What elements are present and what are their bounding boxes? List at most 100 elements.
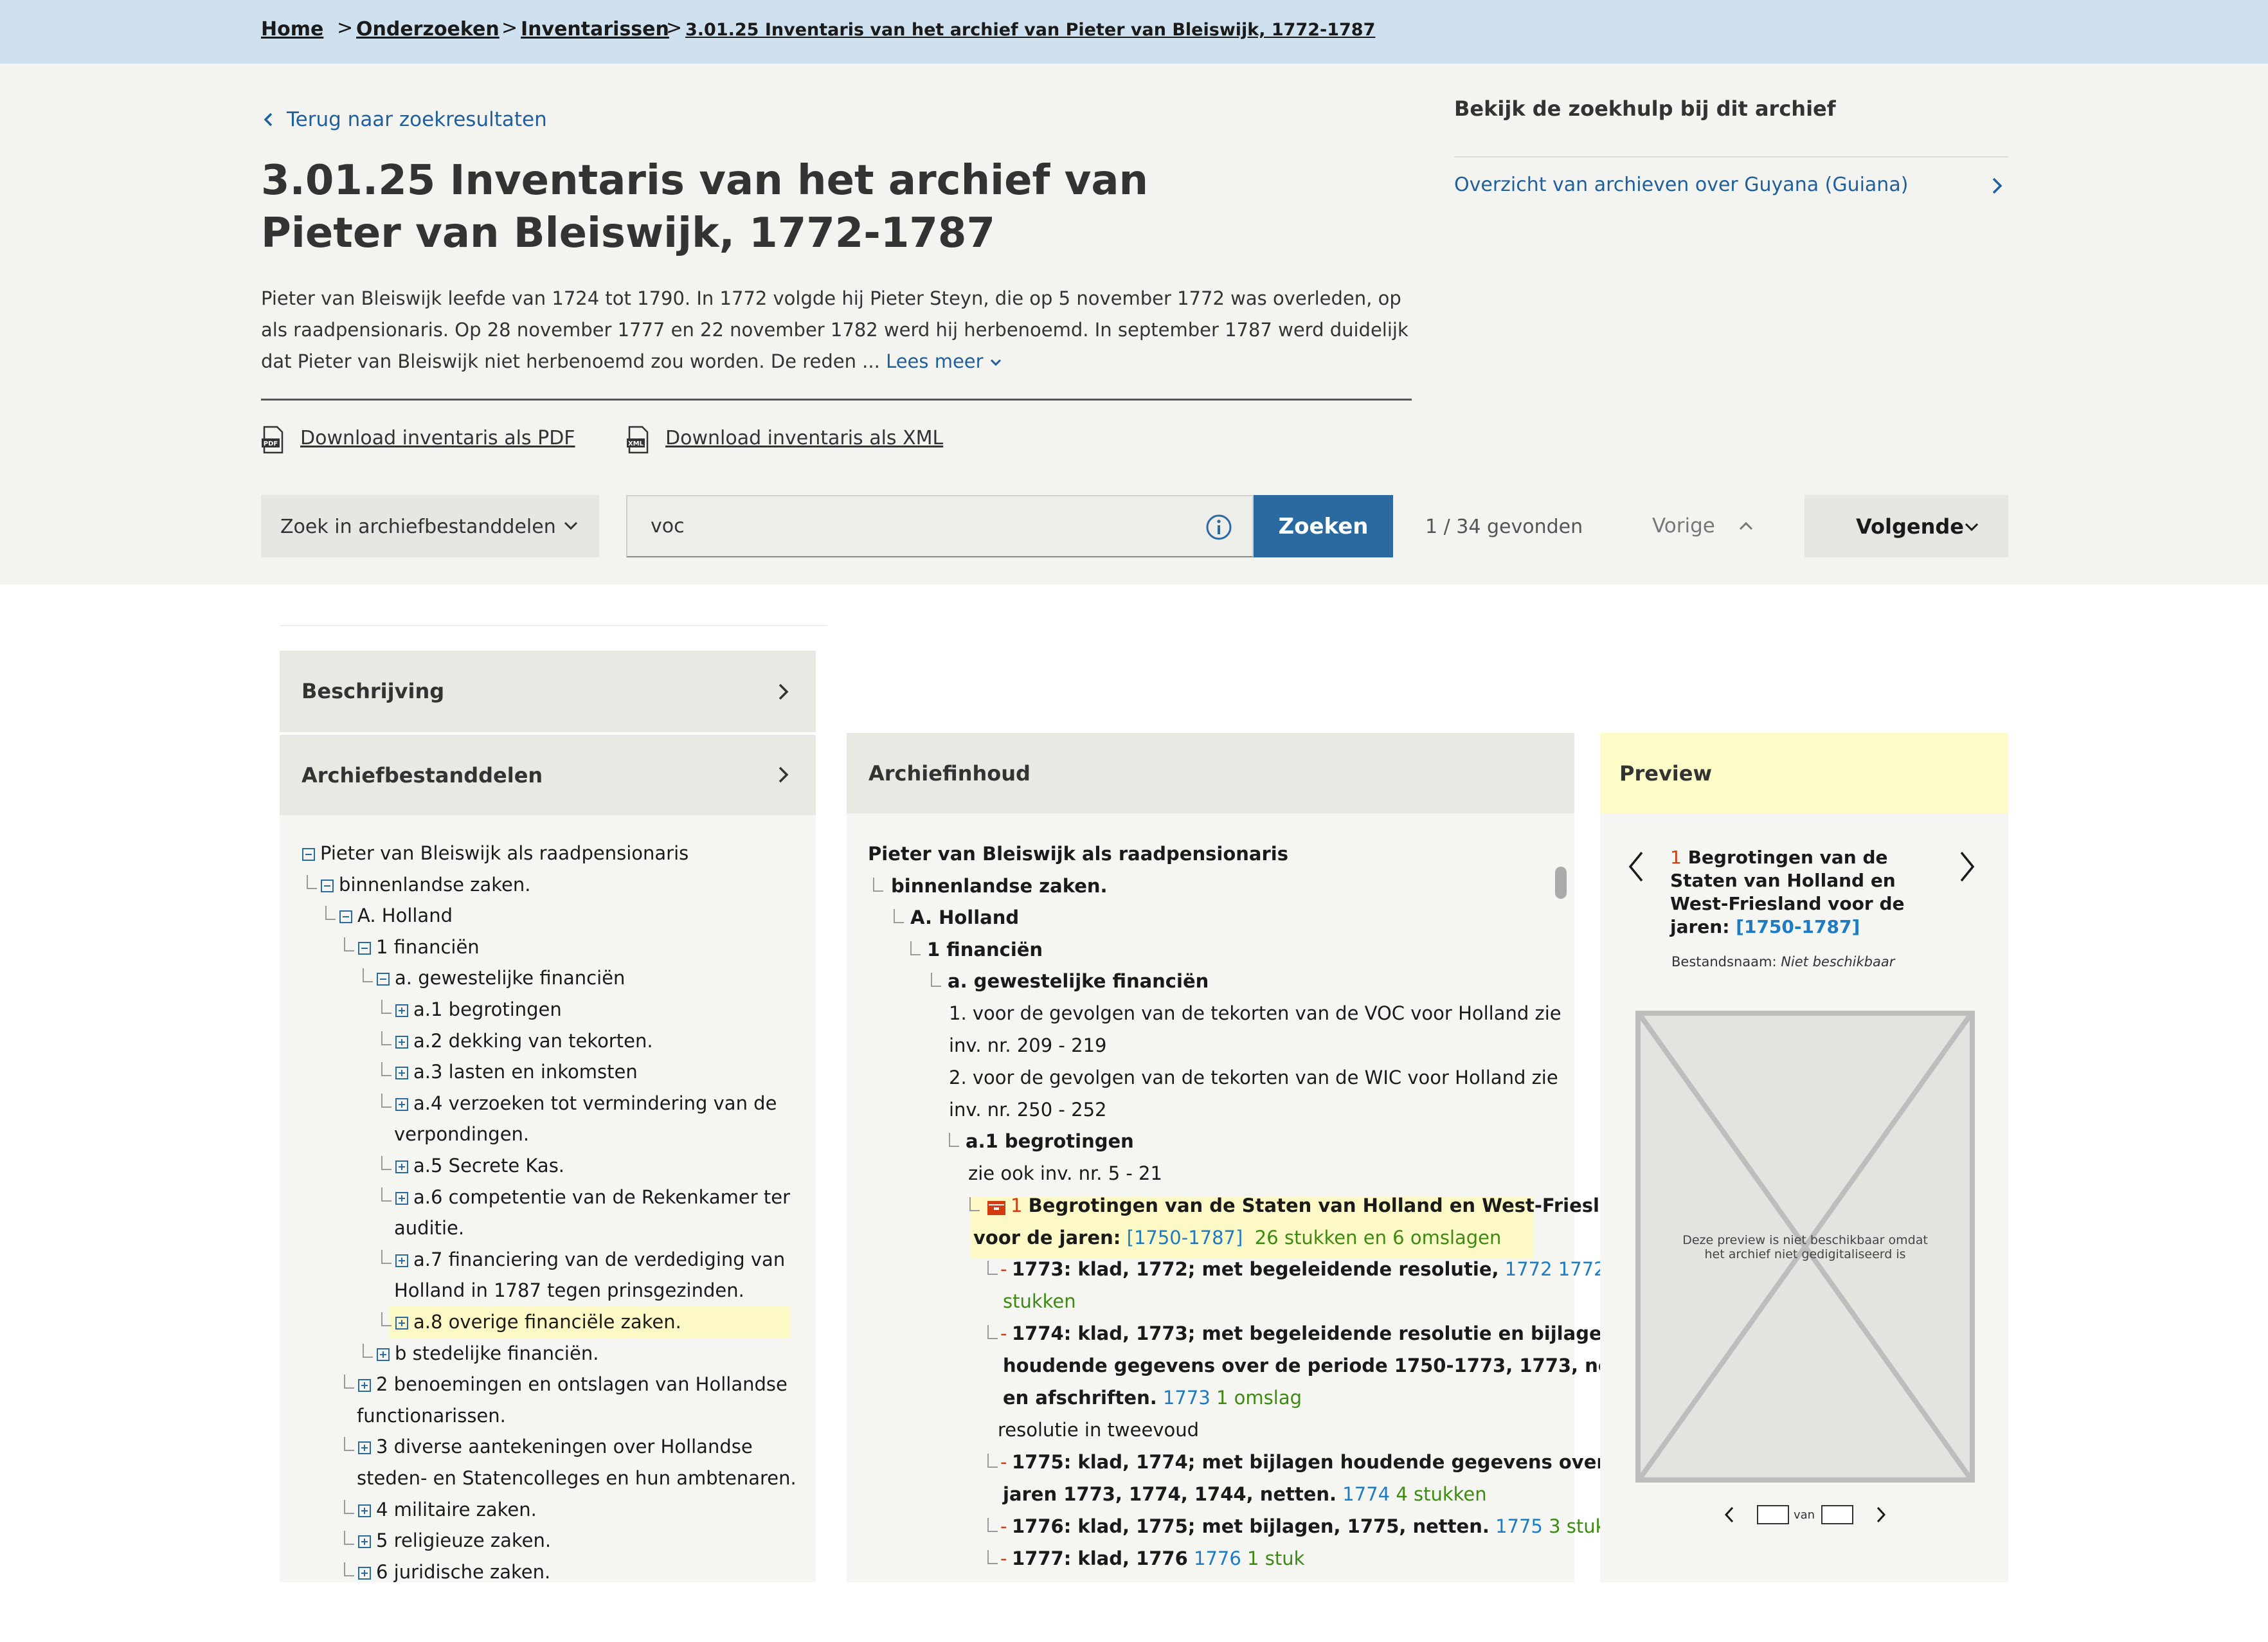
tree-expand-icon[interactable] — [395, 1317, 408, 1330]
tree-item[interactable]: 2 benoemingen en ontslagen van Hollandse — [376, 1373, 788, 1395]
content-heading: binnenlandse zaken. — [891, 875, 1108, 897]
tree-expand-icon[interactable] — [358, 1566, 371, 1580]
tree-collapse-icon[interactable] — [377, 973, 390, 986]
tree-item[interactable]: a.8 overige financiële zaken. — [413, 1311, 681, 1333]
read-more-link[interactable]: Lees meer — [886, 350, 1002, 372]
content-item[interactable]: en afschriften. 1773 1 omslag — [1003, 1387, 1302, 1409]
content-item[interactable]: 1777: klad, 1776 1776 1 stuk — [1012, 1547, 1304, 1569]
breadcrumb-home[interactable]: Home — [261, 18, 323, 41]
content-item[interactable]: jaren 1773, 1774, 1744, netten. 1774 4 s… — [1003, 1483, 1487, 1505]
tree-item[interactable]: a. gewestelijke financiën — [395, 967, 625, 989]
tree-item[interactable]: a.2 dekking van tekorten. — [413, 1030, 653, 1052]
item-date: 1775 — [1495, 1515, 1543, 1537]
breadcrumb-onderzoeken[interactable]: Onderzoeken — [356, 18, 500, 41]
tree-item-cont[interactable]: auditie. — [394, 1217, 464, 1239]
chevron-right-icon[interactable] — [1990, 176, 2004, 195]
chevron-right-icon[interactable] — [1875, 1504, 1887, 1525]
breadcrumb-current[interactable]: 3.01.25 Inventaris van het archief van P… — [685, 20, 1375, 40]
content-scrollbar-thumb[interactable] — [1555, 867, 1567, 899]
preview-panel-title: Preview — [1619, 761, 1713, 786]
tree-expand-icon[interactable] — [358, 1379, 371, 1393]
chevron-left-icon[interactable] — [1723, 1504, 1736, 1525]
tree-expand-icon[interactable] — [358, 1504, 371, 1517]
search-scope-select[interactable]: Zoek in archiefbestanddelen — [261, 495, 599, 557]
item-extent: 1 omslag — [1216, 1387, 1302, 1409]
file-title-line-2[interactable]: voor de jaren: [1750-1787] 26 stukken en… — [973, 1227, 1501, 1249]
tree-item[interactable]: A. Holland — [357, 905, 453, 926]
pager-of-label: van — [1794, 1508, 1815, 1522]
breadcrumb: Home > Onderzoeken > Inventarissen > 3.0… — [0, 0, 2268, 64]
tree-item[interactable]: a.3 lasten en inkomsten — [413, 1061, 638, 1083]
download-xml-link[interactable]: Download inventaris als XML — [665, 427, 943, 449]
content-note: 1. voor de gevolgen van de tekorten van … — [949, 1002, 1562, 1024]
next-result-button[interactable]: Volgende — [1805, 495, 2008, 557]
tree-item[interactable]: Pieter van Bleiswijk als raadpensionaris — [320, 842, 688, 864]
tree-item[interactable]: a.4 verzoeken tot vermindering van de — [413, 1092, 777, 1114]
tree-item[interactable]: a.5 Secrete Kas. — [413, 1155, 564, 1177]
item-text: 1774: klad, 1773; met begeleidende resol… — [1012, 1322, 1616, 1344]
search-input[interactable] — [626, 495, 1254, 557]
tree-item[interactable]: a.1 begrotingen — [413, 998, 562, 1020]
info-icon[interactable] — [1205, 513, 1233, 541]
content-note: inv. nr. 209 - 219 — [949, 1034, 1107, 1056]
item-text: 1776: klad, 1775; met bijlagen, 1775, ne… — [1012, 1515, 1490, 1537]
tree-collapse-icon[interactable] — [339, 910, 352, 924]
tree-item-cont[interactable]: Holland in 1787 tegen prinsgezinden. — [394, 1279, 744, 1301]
tree-item[interactable]: a.6 competentie van de Rekenkamer ter — [413, 1186, 790, 1208]
tree-expand-icon[interactable] — [395, 1067, 408, 1080]
tree-elbow — [363, 968, 373, 983]
tree-expand-icon[interactable] — [395, 1035, 408, 1049]
tree-item[interactable]: binnenlandse zaken. — [339, 874, 530, 896]
download-pdf-link[interactable]: Download inventaris als PDF — [300, 427, 575, 449]
tree-expand-icon[interactable] — [395, 1097, 408, 1111]
pager-current-page[interactable] — [1757, 1505, 1789, 1524]
breadcrumb-inventarissen[interactable]: Inventarissen — [521, 18, 669, 41]
tree-expand-icon[interactable] — [358, 1535, 371, 1549]
read-more-label[interactable]: Lees meer — [886, 350, 984, 372]
tree-collapse-icon[interactable] — [302, 848, 315, 861]
chevron-left-icon[interactable] — [261, 112, 276, 127]
tree-item-cont[interactable]: functionarissen. — [357, 1405, 506, 1427]
content-note: inv. nr. 250 - 252 — [949, 1099, 1107, 1121]
tree-item[interactable]: 1 financiën — [376, 936, 480, 958]
archive-box-icon — [987, 1201, 1005, 1215]
tree-item-cont[interactable]: verpondingen. — [394, 1123, 529, 1145]
tree-elbow — [381, 1031, 392, 1045]
tree-item[interactable]: 4 militaire zaken. — [376, 1499, 537, 1520]
tree-item[interactable]: b stedelijke financiën. — [395, 1342, 598, 1364]
chevron-down-icon[interactable] — [989, 358, 1002, 367]
content-item[interactable]: houdende gegevens over de periode 1750-1… — [1003, 1355, 1655, 1376]
tree-expand-icon[interactable] — [358, 1441, 371, 1455]
chevron-right-icon[interactable] — [1958, 850, 1977, 883]
guyana-archives-link[interactable]: Overzicht van archieven over Guyana (Gui… — [1454, 174, 1908, 196]
tree-expand-icon[interactable] — [395, 1191, 408, 1205]
tree-expand-icon[interactable] — [377, 1348, 390, 1361]
tree-expand-icon[interactable] — [395, 1160, 408, 1173]
xml-icon-label: XML — [628, 440, 644, 447]
tree-item[interactable]: a.7 financiering van de verdediging van — [413, 1249, 785, 1270]
tree-item[interactable]: 6 juridische zaken. — [376, 1561, 550, 1583]
tree-item[interactable]: 3 diverse aantekeningen over Hollandse — [376, 1436, 753, 1457]
file-title-line[interactable]: 1 Begrotingen van de Staten van Holland … — [1011, 1195, 1639, 1216]
previous-result-button[interactable]: Vorige — [1652, 514, 1715, 537]
search-button[interactable]: Zoeken — [1254, 495, 1393, 557]
back-to-results-link[interactable]: Terug naar zoekresultaten — [287, 108, 547, 131]
file-number: 1 — [1011, 1195, 1023, 1216]
filename-value: Niet beschikbaar — [1781, 954, 1895, 970]
content-item[interactable]: 1773: klad, 1772; met begeleidende resol… — [1012, 1258, 1623, 1280]
tree-collapse-icon[interactable] — [358, 941, 371, 955]
description-panel-header[interactable]: Beschrijving — [280, 651, 816, 732]
tree-expand-icon[interactable] — [395, 1004, 408, 1017]
tree-elbow — [307, 874, 317, 889]
tree-elbow — [381, 1156, 392, 1170]
tree-expand-icon[interactable] — [395, 1254, 408, 1267]
chevron-left-icon[interactable] — [1626, 850, 1646, 883]
tree-item[interactable]: 5 religieuze zaken. — [376, 1529, 551, 1551]
archive-parts-panel-header[interactable]: Archiefbestanddelen — [280, 735, 816, 815]
tree-item-cont[interactable]: steden- en Statencolleges en hun ambtena… — [357, 1467, 797, 1489]
content-item[interactable]: 1775: klad, 1774; met bijlagen houdende … — [1012, 1451, 1638, 1473]
content-item[interactable]: 1774: klad, 1773; met begeleidende resol… — [1012, 1322, 1615, 1344]
content-item[interactable]: 1776: klad, 1775; met bijlagen, 1775, ne… — [1012, 1515, 1639, 1537]
tree-collapse-icon[interactable] — [321, 879, 334, 892]
chevron-up-icon[interactable] — [1738, 519, 1754, 532]
